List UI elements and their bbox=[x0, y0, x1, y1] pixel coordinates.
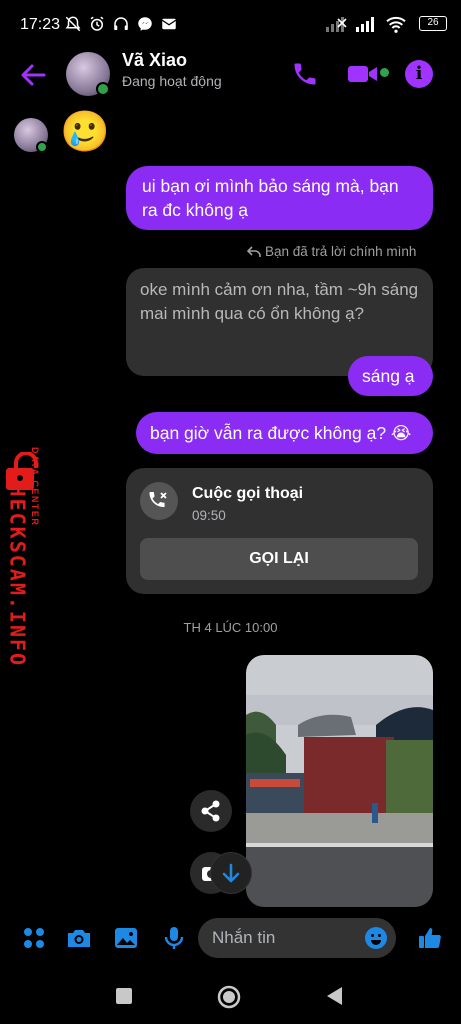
wifi-icon bbox=[386, 16, 406, 33]
call-title: Cuộc gọi thoại bbox=[192, 485, 304, 502]
phone-icon[interactable] bbox=[291, 60, 319, 88]
back-icon[interactable] bbox=[324, 985, 344, 1007]
home-icon[interactable] bbox=[216, 984, 242, 1010]
share-icon bbox=[201, 800, 220, 822]
status-right-icons bbox=[325, 15, 407, 33]
scroll-to-bottom-button[interactable] bbox=[210, 852, 252, 894]
mail-icon bbox=[161, 18, 177, 30]
chat-header: Vã Xiao Đang hoạt động i bbox=[0, 44, 461, 106]
gallery-icon[interactable] bbox=[112, 924, 140, 952]
arrow-down-icon bbox=[222, 863, 240, 883]
message-input-placeholder: Nhắn tin bbox=[212, 928, 276, 947]
headset-icon bbox=[114, 17, 128, 30]
outgoing-message[interactable]: ui bạn ơi mình bảo sáng mà, bạn ra đc kh… bbox=[126, 166, 433, 230]
photo-content bbox=[246, 655, 433, 907]
photo-message[interactable] bbox=[246, 655, 433, 907]
signal-icon bbox=[356, 17, 374, 32]
online-status-dot bbox=[36, 141, 48, 153]
camera-icon[interactable] bbox=[65, 924, 93, 952]
reply-note-text: Bạn đã trả lời chính mình bbox=[265, 244, 417, 259]
signal-off-icon bbox=[326, 17, 347, 32]
alarm-icon bbox=[90, 16, 104, 31]
video-active-dot bbox=[380, 68, 389, 77]
status-time: 17:23 bbox=[20, 16, 61, 33]
emoji-message[interactable]: 🥲 bbox=[60, 108, 110, 156]
share-button[interactable] bbox=[190, 790, 232, 832]
message-composer: Nhắn tin bbox=[0, 912, 461, 968]
reply-icon bbox=[247, 245, 261, 257]
missed-call-icon bbox=[140, 482, 178, 520]
contact-name[interactable]: Vã Xiao bbox=[122, 50, 187, 71]
watermark-text: CHECKSCAM.INFO bbox=[5, 470, 30, 668]
battery-indicator: 26 bbox=[419, 16, 447, 31]
watermark-subtext: DATA CENTER bbox=[30, 447, 40, 527]
message-input[interactable]: Nhắn tin bbox=[198, 918, 396, 958]
system-nav-bar bbox=[0, 968, 461, 1024]
bell-muted-icon bbox=[65, 16, 81, 32]
call-time: 09:50 bbox=[192, 508, 226, 523]
video-camera-icon[interactable] bbox=[346, 62, 382, 86]
status-bar: 17:23 26 bbox=[0, 0, 461, 50]
contact-status: Đang hoạt động bbox=[122, 73, 222, 89]
emoji-icon[interactable] bbox=[364, 926, 388, 950]
back-arrow-icon[interactable] bbox=[18, 60, 48, 90]
apps-grid-icon[interactable] bbox=[20, 924, 48, 952]
recents-icon[interactable] bbox=[114, 986, 134, 1006]
messenger-icon bbox=[138, 17, 152, 31]
reply-note: Bạn đã trả lời chính mình bbox=[247, 244, 416, 259]
info-icon[interactable]: i bbox=[405, 60, 433, 88]
date-separator: TH 4 LÚC 10:00 bbox=[183, 620, 278, 635]
call-back-button[interactable]: GỌI LẠI bbox=[140, 538, 418, 580]
outgoing-message[interactable]: sáng ạ bbox=[348, 356, 433, 396]
missed-call-card[interactable]: Cuộc gọi thoại 09:50 GỌI LẠI bbox=[126, 468, 433, 594]
online-status-dot bbox=[96, 82, 110, 96]
thumbs-up-icon[interactable] bbox=[416, 924, 444, 952]
outgoing-message[interactable]: bạn giờ vẫn ra được không ạ? 😭 bbox=[136, 412, 433, 454]
status-left-icons bbox=[64, 15, 178, 33]
watermark: DATA CENTER CHECKSCAM.INFO bbox=[0, 447, 50, 682]
microphone-icon[interactable] bbox=[160, 924, 188, 952]
